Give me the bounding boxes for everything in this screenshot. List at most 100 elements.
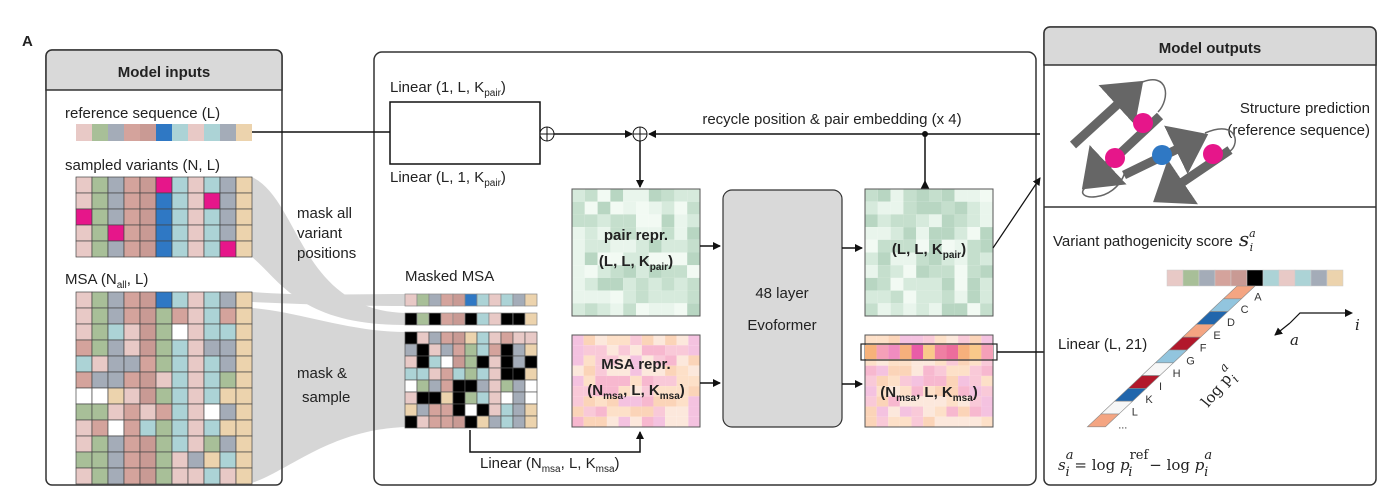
grid-cell bbox=[606, 416, 619, 427]
grid-cell bbox=[665, 406, 677, 417]
grid-cell bbox=[512, 343, 526, 357]
grid-cell bbox=[572, 345, 584, 356]
grid-cell bbox=[139, 291, 157, 309]
grid-cell bbox=[903, 290, 917, 304]
grid-cell bbox=[572, 290, 585, 304]
grid-cell bbox=[428, 367, 442, 381]
grid-cell bbox=[75, 291, 93, 309]
grid-cell bbox=[688, 345, 700, 356]
grid-cell bbox=[404, 343, 418, 357]
grid-cell bbox=[899, 375, 912, 387]
grid-cell bbox=[428, 391, 442, 405]
grid-cell bbox=[123, 451, 141, 469]
grid-cell bbox=[107, 176, 125, 194]
grid-cell bbox=[416, 391, 430, 405]
grid-cell bbox=[969, 365, 982, 376]
grid-cell bbox=[512, 331, 526, 345]
axis-i-label: i bbox=[1355, 316, 1360, 334]
grid-cell bbox=[630, 406, 642, 417]
grid-cell bbox=[980, 239, 993, 253]
mask-variants-label: mask all variant positions bbox=[297, 205, 356, 262]
grid-cell bbox=[404, 367, 418, 381]
grid-cell bbox=[139, 323, 157, 341]
grid-cell bbox=[203, 176, 221, 194]
grid-cell bbox=[500, 403, 514, 417]
grid-cell bbox=[139, 176, 157, 194]
grid-cell bbox=[107, 192, 125, 210]
grid-cell bbox=[76, 124, 92, 141]
grid-cell bbox=[641, 345, 654, 356]
grid-cell bbox=[155, 224, 173, 242]
grid-cell bbox=[428, 343, 442, 357]
grid-cell bbox=[187, 339, 205, 357]
grid-cell bbox=[187, 419, 205, 437]
grid-cell bbox=[648, 290, 662, 304]
grid-cell bbox=[404, 293, 418, 307]
grid-cell bbox=[687, 189, 700, 202]
grid-cell bbox=[512, 391, 526, 405]
grid-cell bbox=[572, 189, 585, 202]
grid-cell bbox=[75, 403, 93, 421]
grid-cell bbox=[91, 403, 109, 421]
grid-cell bbox=[91, 339, 109, 357]
grid-cell bbox=[219, 355, 237, 373]
grid-cell bbox=[630, 335, 642, 346]
grid-cell bbox=[583, 416, 596, 427]
grid-cell bbox=[676, 406, 689, 417]
grid-cell bbox=[958, 416, 970, 427]
grid-cell bbox=[107, 291, 125, 309]
grid-cell bbox=[967, 214, 981, 228]
grid-cell bbox=[967, 227, 981, 240]
grid-cell bbox=[91, 355, 109, 373]
grid-cell bbox=[636, 277, 649, 291]
grid-cell bbox=[954, 290, 968, 304]
grid-cell bbox=[903, 277, 917, 291]
grid-cell bbox=[155, 387, 173, 405]
grid-cell bbox=[929, 227, 942, 240]
recycle-label: recycle position & pair embedding (x 4) bbox=[702, 111, 961, 128]
grid-cell bbox=[584, 265, 598, 278]
output-row-cell bbox=[1214, 269, 1232, 287]
grid-cell bbox=[888, 416, 900, 427]
grid-cell bbox=[139, 371, 157, 389]
grid-cell bbox=[139, 387, 157, 405]
grid-cell bbox=[187, 467, 205, 485]
grid-cell bbox=[954, 214, 968, 228]
grid-cell bbox=[595, 406, 607, 417]
grid-cell bbox=[674, 239, 688, 253]
grid-cell bbox=[865, 386, 877, 397]
grid-cell bbox=[187, 224, 205, 242]
grid-cell bbox=[235, 435, 253, 453]
grid-cell bbox=[171, 208, 189, 226]
grid-cell bbox=[653, 335, 666, 346]
grid-cell bbox=[934, 416, 947, 427]
pair-repr-title: pair repr. bbox=[604, 227, 668, 244]
grid-cell bbox=[584, 239, 598, 253]
structure-prediction-title: Structure prediction bbox=[1240, 100, 1370, 117]
grid-cell bbox=[440, 293, 454, 307]
grid-cell bbox=[676, 355, 689, 366]
grid-cell bbox=[404, 312, 418, 326]
grid-cell bbox=[623, 290, 636, 304]
grid-cell bbox=[524, 293, 538, 307]
grid-cell bbox=[428, 331, 442, 345]
grid-cell bbox=[916, 265, 929, 278]
svg-text:mask all: mask all bbox=[297, 205, 352, 222]
grid-cell bbox=[641, 406, 654, 417]
grid-cell bbox=[488, 343, 502, 357]
grid-cell bbox=[123, 323, 141, 341]
grid-cell bbox=[75, 339, 93, 357]
grid-cell bbox=[75, 307, 93, 325]
grid-cell bbox=[416, 403, 430, 417]
grid-cell bbox=[597, 189, 611, 202]
reference-output-row bbox=[1166, 269, 1344, 287]
grid-cell bbox=[610, 290, 624, 304]
masked-msa-grid bbox=[404, 293, 538, 429]
grid-cell bbox=[219, 403, 237, 421]
grid-cell bbox=[583, 355, 596, 366]
grid-cell bbox=[123, 403, 141, 421]
grid-cell bbox=[903, 214, 917, 228]
grid-cell bbox=[688, 386, 700, 397]
svg-text:variant: variant bbox=[297, 225, 343, 242]
grid-cell bbox=[155, 355, 173, 373]
